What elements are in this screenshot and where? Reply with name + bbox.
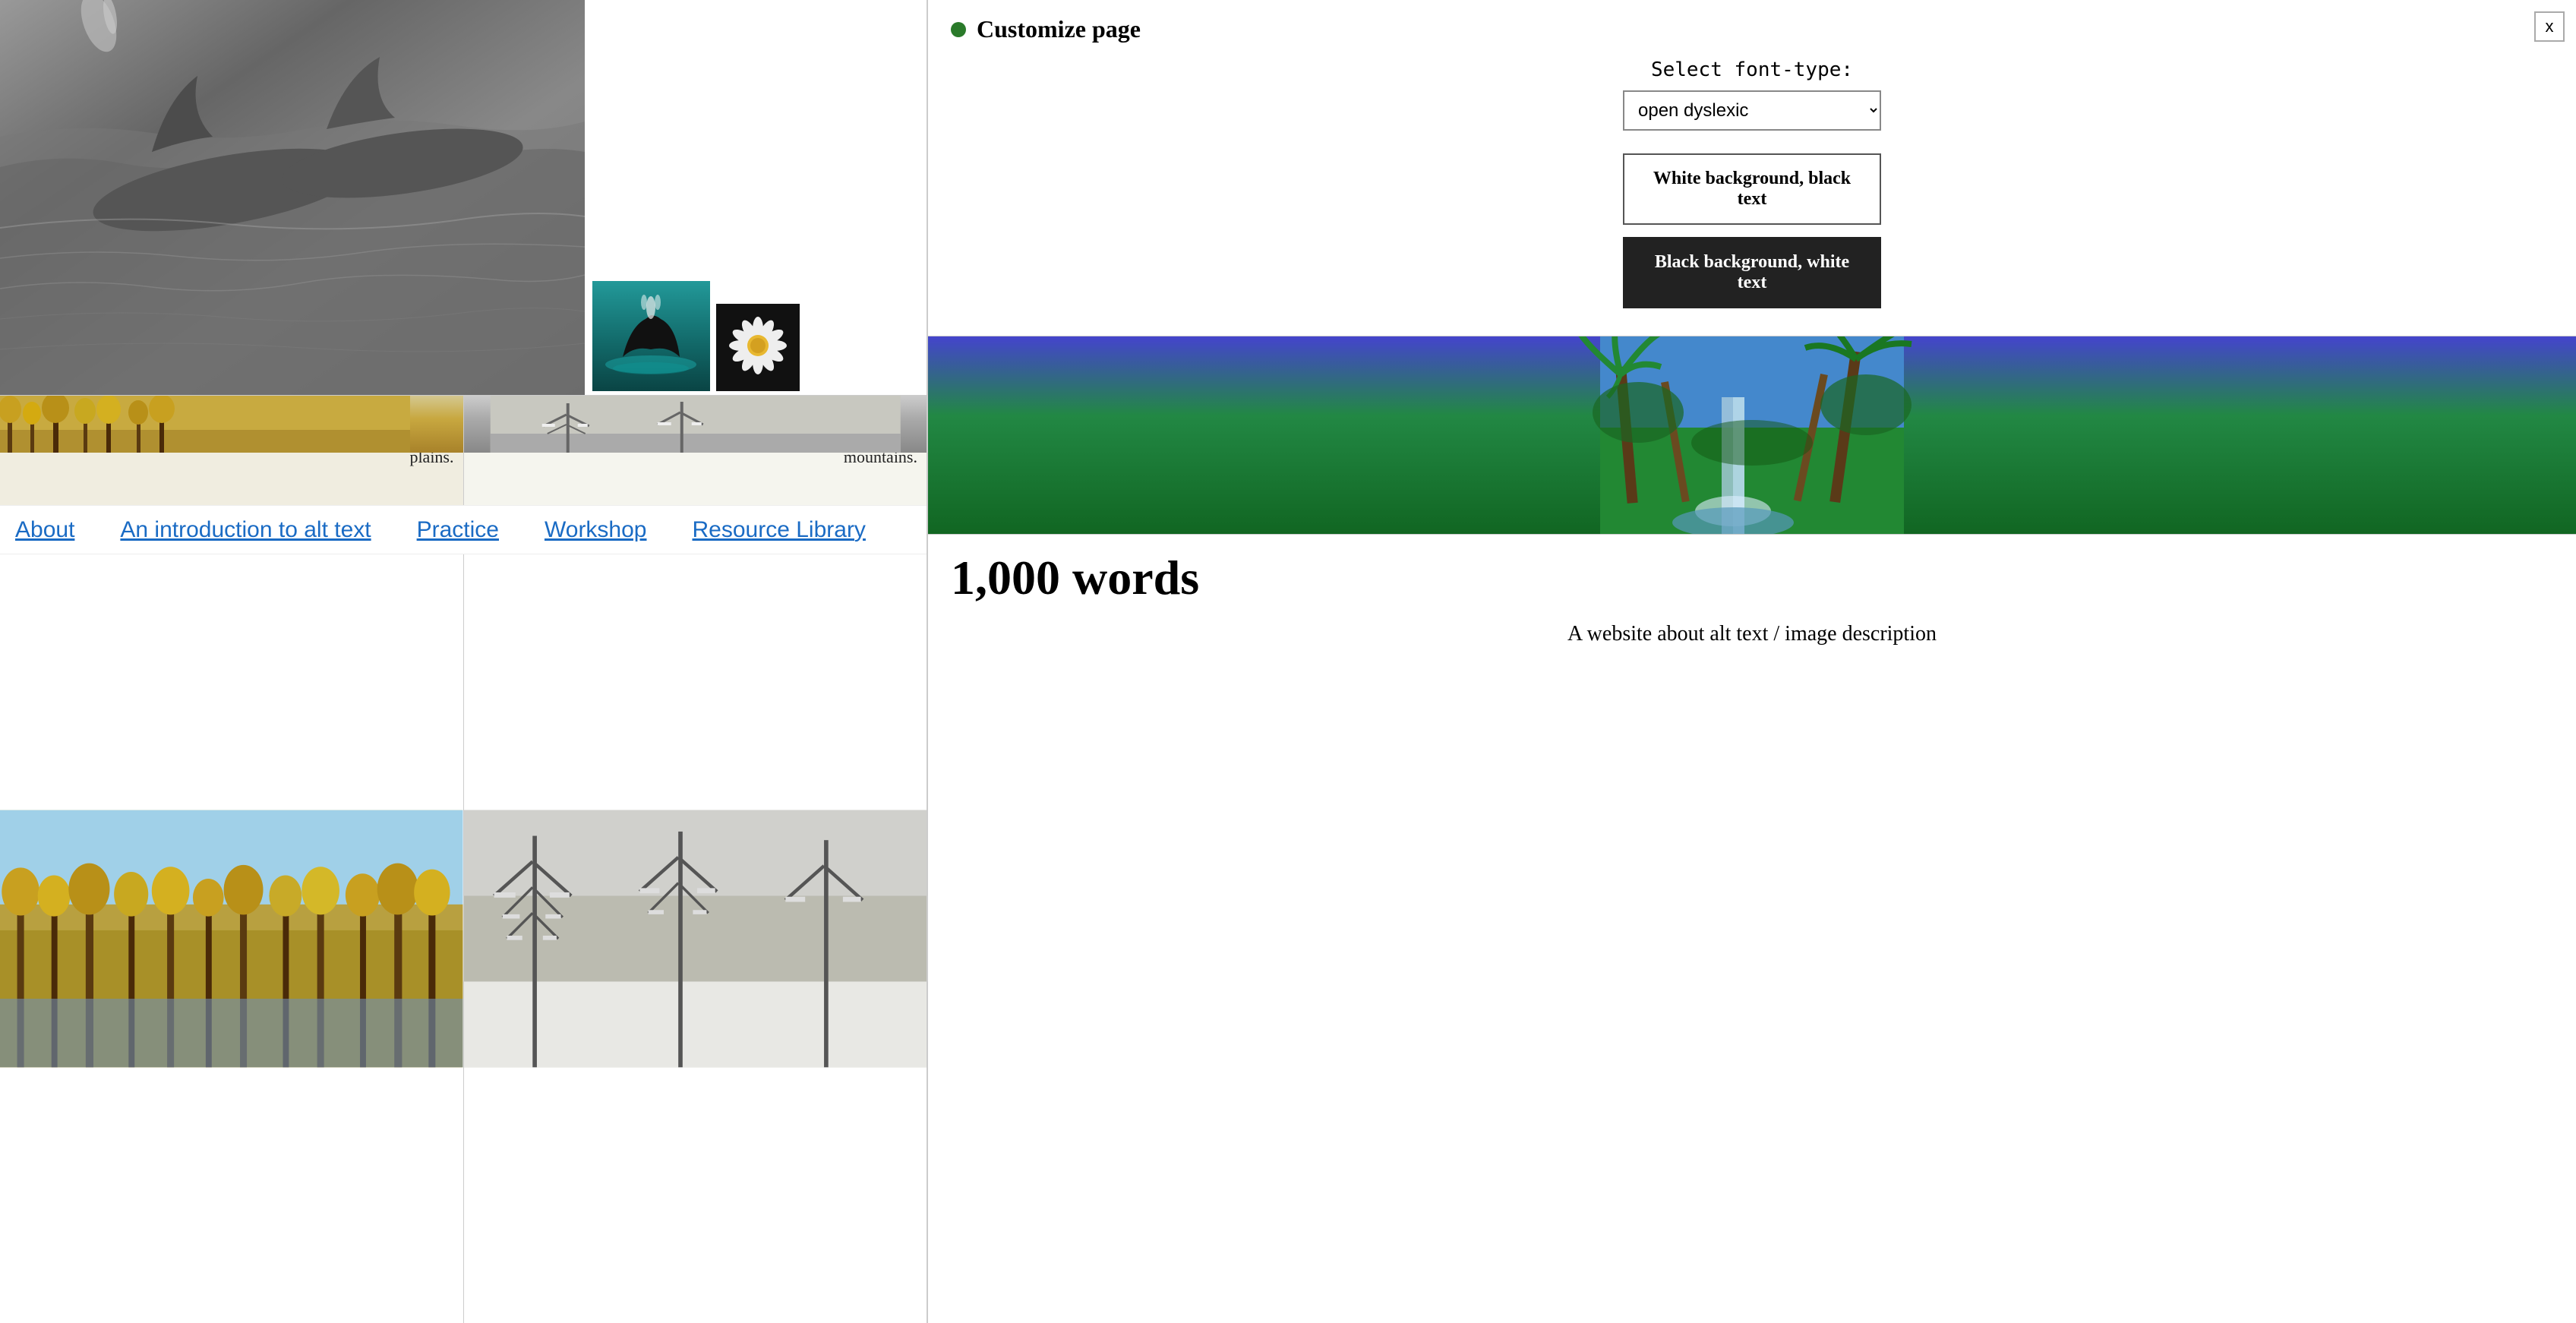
winter-bottom-card [464,554,927,1323]
season-bottom-row [0,554,927,1323]
customize-panel: Customize page x Select font-type: open … [928,0,2576,336]
nav-intro[interactable]: An introduction to alt text [120,517,371,543]
words-description: A website about alt text / image descrip… [951,618,2553,650]
dolphin-image [0,0,585,395]
nav-workshop[interactable]: Workshop [545,517,647,543]
main-layout: Autumn comes to the plains. [0,0,2576,1323]
black-background-button[interactable]: Black background, white text [1623,237,1881,308]
season-row-top: Autumn comes to the plains. [0,395,927,505]
dolphin-svg [0,0,585,395]
customize-header: Customize page [951,15,2553,43]
autumn-bottom-card [0,554,464,1323]
top-images-section [0,0,927,395]
winter-trees-top [464,396,927,453]
small-images-area [592,281,800,391]
nav-about[interactable]: About [15,517,74,543]
close-button[interactable]: x [2534,11,2565,42]
words-section: 1,000 words A website about alt text / i… [928,534,2576,665]
winter-card: Winter comes to the mountains. [464,396,927,505]
green-dot [951,22,966,37]
white-background-button[interactable]: White background, black text [1623,153,1881,225]
tropical-image-area [928,336,2576,534]
right-panel: Customize page x Select font-type: open … [927,0,2576,1323]
nav-resources[interactable]: Resource Library [693,517,866,543]
autumn-trees-top [0,396,463,453]
nav-practice[interactable]: Practice [417,517,499,543]
content-area: Autumn comes to the plains. [0,0,927,1323]
font-type-select[interactable]: open dyslexic arial times new roman verd… [1623,90,1881,131]
customize-title: Customize page [977,15,1141,43]
font-select-label: Select font-type: [951,58,2553,81]
flower-image [716,304,800,391]
nav-bar: About An introduction to alt text Practi… [0,505,927,554]
whale-image [592,281,710,391]
autumn-card: Autumn comes to the plains. [0,396,464,505]
words-heading: 1,000 words [951,550,2553,606]
